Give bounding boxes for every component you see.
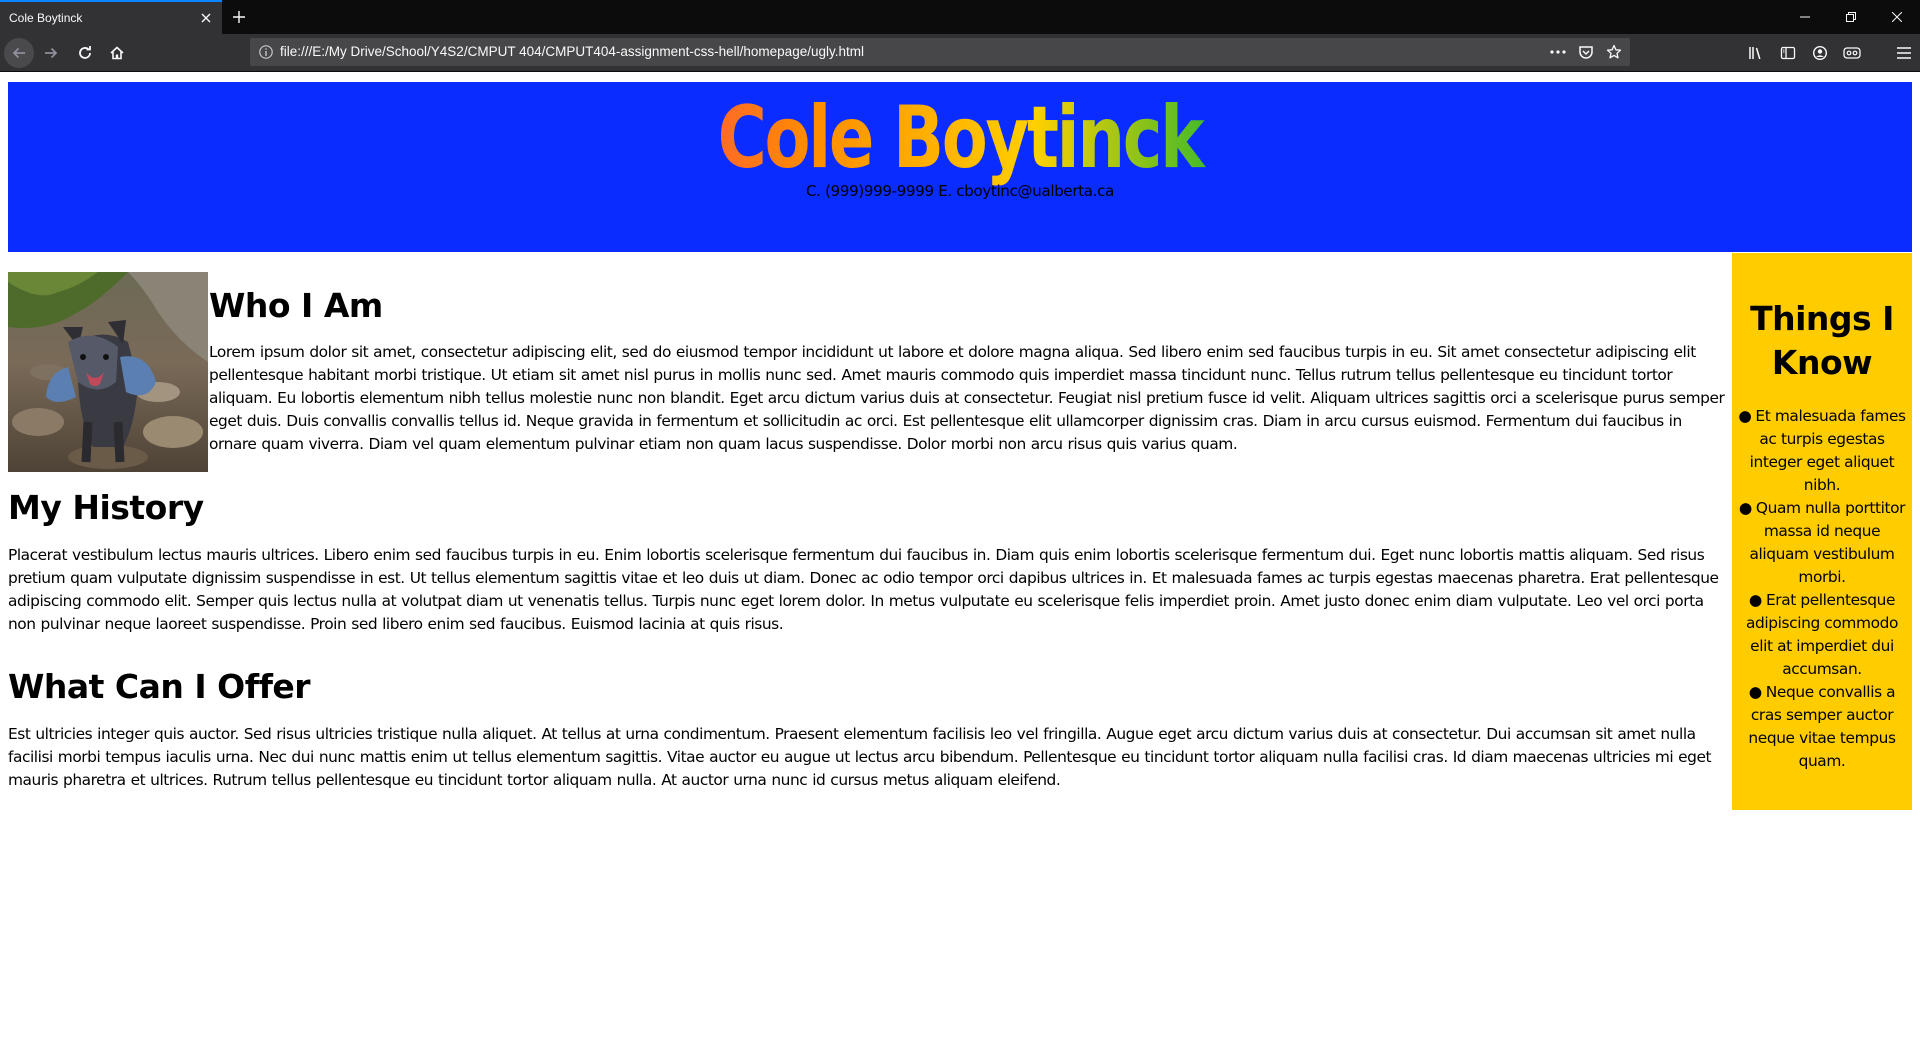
list-item: ● Et malesuada fames ac turpis egestas in… bbox=[1734, 405, 1910, 497]
toolbar-right bbox=[1740, 38, 1920, 68]
what-can-i-offer-heading: What Can I Offer bbox=[8, 667, 311, 706]
tab-title: Cole Boytinck bbox=[9, 11, 83, 25]
who-i-am-text: Lorem ipsum dolor sit amet, consectetur … bbox=[209, 343, 1725, 453]
contact-info: C. (999)999-9999 E. cboytinc@ualberta.ca bbox=[805, 182, 1115, 200]
forward-arrow-icon[interactable] bbox=[36, 38, 66, 68]
list-item-text: Quam nulla porttitor massa id neque aliq… bbox=[1749, 499, 1906, 586]
things-i-know-list: ● Et malesuada fames ac turpis egestas in… bbox=[1734, 405, 1910, 773]
bullet-icon: ● bbox=[1738, 407, 1752, 425]
list-item-text: Et malesuada fames ac turpis egestas int… bbox=[1749, 407, 1906, 494]
new-tab-icon[interactable] bbox=[222, 0, 256, 34]
info-icon[interactable] bbox=[258, 44, 274, 60]
things-i-know-sidebar: Things I Know ● Et malesuada fames ac tur… bbox=[1732, 253, 1912, 810]
restore-icon[interactable] bbox=[1828, 0, 1874, 34]
things-i-know-heading: Things I Know bbox=[1750, 299, 1894, 382]
minimize-icon[interactable] bbox=[1782, 0, 1828, 34]
separator bbox=[1868, 38, 1888, 68]
url-bar[interactable]: file:///E:/My Drive/School/Y4S2/CMPUT 40… bbox=[250, 38, 1630, 66]
list-item: ● Quam nulla porttitor massa id neque ali… bbox=[1734, 497, 1910, 589]
tab-bar: Cole Boytinck bbox=[0, 0, 1920, 34]
my-history-heading: My History bbox=[8, 488, 204, 527]
star-icon[interactable] bbox=[1604, 42, 1624, 62]
library-icon[interactable] bbox=[1740, 38, 1772, 68]
list-item: ● Neque convallis a cras semper auctor ne… bbox=[1734, 681, 1910, 773]
page-viewport: Cole Boytinck C. (999)999-9999 E. cboyti… bbox=[0, 72, 1920, 1037]
reload-icon[interactable] bbox=[70, 38, 100, 68]
back-arrow-icon[interactable] bbox=[4, 38, 34, 68]
url-text[interactable]: file:///E:/My Drive/School/Y4S2/CMPUT 40… bbox=[280, 38, 864, 66]
who-i-am-heading: Who I Am bbox=[209, 286, 383, 325]
close-window-icon[interactable] bbox=[1874, 0, 1920, 34]
extension-icon[interactable] bbox=[1836, 38, 1868, 68]
more-horizontal-icon[interactable] bbox=[1548, 42, 1568, 62]
url-actions bbox=[1548, 38, 1624, 66]
list-item-text: Neque convallis a cras semper auctor neq… bbox=[1748, 683, 1896, 770]
site-header: Cole Boytinck C. (999)999-9999 E. cboyti… bbox=[8, 82, 1912, 252]
navigation-toolbar: file:///E:/My Drive/School/Y4S2/CMPUT 40… bbox=[0, 34, 1920, 72]
account-icon[interactable] bbox=[1804, 38, 1836, 68]
list-item-text: Erat pellentesque adipiscing commodo eli… bbox=[1746, 591, 1898, 678]
pocket-icon[interactable] bbox=[1576, 42, 1596, 62]
hamburger-menu-icon[interactable] bbox=[1888, 38, 1920, 68]
what-can-i-offer-text: Est ultricies integer quis auctor. Sed r… bbox=[8, 725, 1712, 789]
window-controls bbox=[1782, 0, 1920, 34]
sidebar-icon[interactable] bbox=[1772, 38, 1804, 68]
bullet-icon: ● bbox=[1738, 499, 1752, 517]
site-title: Cole Boytinck bbox=[217, 88, 1702, 188]
profile-photo bbox=[8, 272, 208, 472]
bullet-icon: ● bbox=[1748, 683, 1762, 701]
close-tab-icon[interactable] bbox=[198, 10, 214, 26]
my-history-text: Placerat vestibulum lectus mauris ultric… bbox=[8, 546, 1719, 633]
list-item: ● Erat pellentesque adipiscing commodo el… bbox=[1734, 589, 1910, 681]
bullet-icon: ● bbox=[1748, 591, 1762, 609]
tab-active[interactable]: Cole Boytinck bbox=[0, 0, 222, 34]
home-icon[interactable] bbox=[102, 38, 132, 68]
